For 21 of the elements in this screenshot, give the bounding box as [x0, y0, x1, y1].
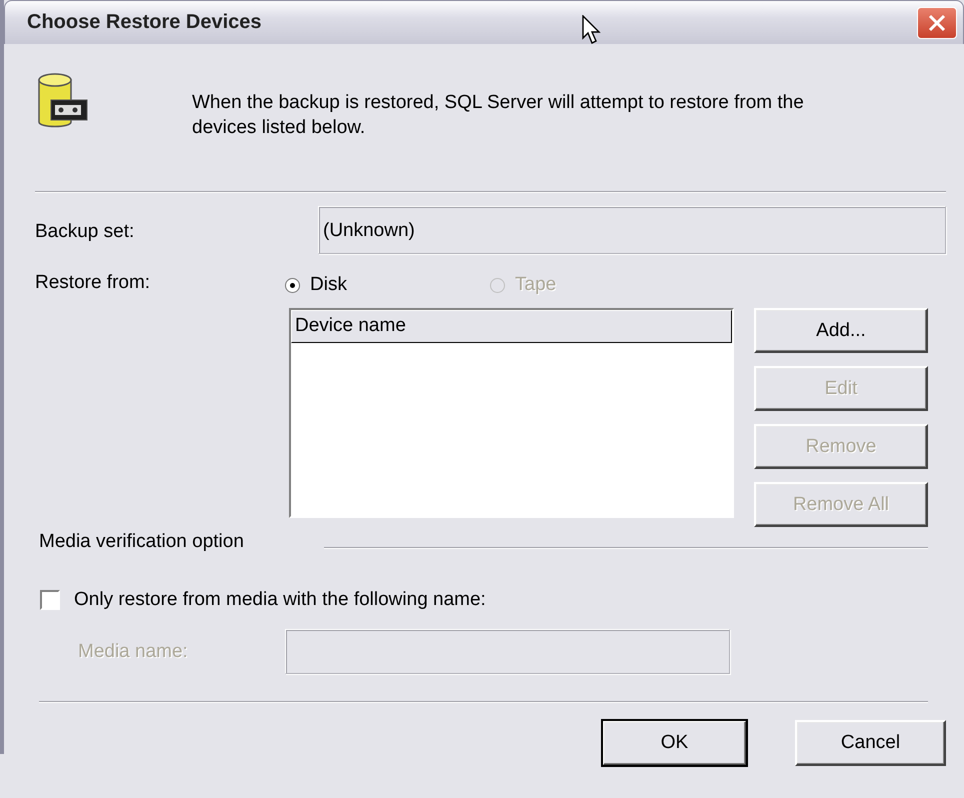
backup-set-field: (Unknown) — [318, 206, 946, 254]
checkbox-label: Only restore from media with the following name: — [74, 589, 486, 611]
checkbox[interactable] — [40, 590, 60, 610]
radio-button[interactable] — [285, 278, 300, 292]
mouse-pointer-icon — [582, 15, 602, 45]
window-title: Choose Restore Devices — [27, 11, 262, 34]
dialog-button[interactable]: OK — [602, 720, 747, 766]
device-list[interactable]: Device name — [289, 308, 734, 518]
section-title: Media verification option — [39, 531, 245, 553]
close-button[interactable] — [917, 6, 957, 38]
device-button[interactable]: Add... — [754, 308, 928, 353]
media-name-label: Media name: — [77, 640, 189, 662]
restore-from-label: Restore from: — [35, 272, 152, 294]
dialog-button[interactable]: Cancel — [795, 720, 946, 766]
media-name-field[interactable] — [285, 629, 730, 674]
radio-label: Tape — [515, 274, 556, 296]
radio-label: Disk — [310, 274, 347, 296]
backup-set-label: Backup set: — [35, 220, 136, 243]
intro-text: When the backup is restored, SQL Server will attempt to restore from the devices listed below. — [192, 91, 805, 140]
close-icon — [927, 12, 947, 32]
column-header[interactable]: Device name — [291, 310, 732, 343]
